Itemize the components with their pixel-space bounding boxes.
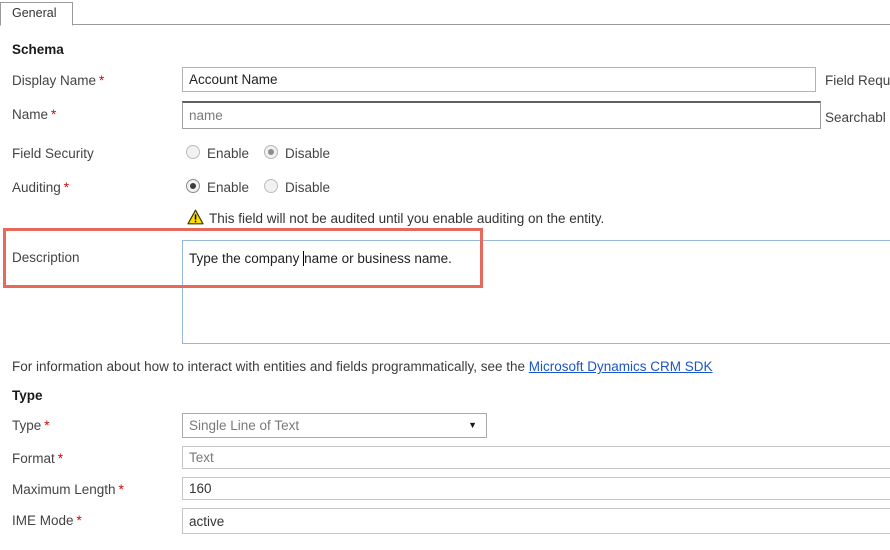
field-security-label: Field Security — [12, 146, 94, 161]
required-marker: * — [44, 418, 49, 433]
format-input[interactable] — [182, 446, 890, 469]
maximum-length-label-text: Maximum Length — [12, 482, 116, 497]
required-marker: * — [99, 73, 104, 88]
ime-mode-label-text: IME Mode — [12, 513, 74, 528]
field-properties-panel: General Schema Display Name* Field Requ … — [0, 0, 890, 550]
maximum-length-label: Maximum Length* — [12, 482, 124, 497]
tab-bar-divider — [0, 24, 890, 25]
format-label: Format* — [12, 451, 63, 466]
warning-icon — [187, 209, 204, 225]
type-section-title: Type — [12, 388, 43, 403]
field-security-enable-radio[interactable] — [186, 145, 200, 159]
field-security-disable-radio[interactable] — [264, 145, 278, 159]
sdk-note: For information about how to interact wi… — [12, 359, 713, 374]
auditing-disable-option-label[interactable]: Disable — [285, 180, 330, 195]
description-text-before-cursor: Type the company — [189, 251, 303, 266]
required-marker: * — [64, 180, 69, 195]
sdk-link[interactable]: Microsoft Dynamics CRM SDK — [529, 359, 713, 374]
schema-section-title: Schema — [12, 42, 64, 57]
auditing-disable-radio[interactable] — [264, 179, 278, 193]
field-requirement-label: Field Requ — [825, 73, 890, 88]
description-text-after-cursor: name or business name. — [304, 251, 452, 266]
field-security-disable-option-label[interactable]: Disable — [285, 146, 330, 161]
radio-dot — [268, 149, 274, 155]
format-label-text: Format — [12, 451, 55, 466]
description-textarea[interactable]: Type the company name or business name. — [182, 240, 890, 344]
field-security-enable-option-label[interactable]: Enable — [207, 146, 249, 161]
auditing-label: Auditing* — [12, 180, 69, 195]
auditing-label-text: Auditing — [12, 180, 61, 195]
name-input[interactable] — [182, 101, 821, 129]
display-name-input[interactable] — [182, 67, 816, 92]
required-marker: * — [58, 451, 63, 466]
description-label: Description — [12, 250, 80, 265]
required-marker: * — [77, 513, 82, 528]
auditing-warning-text: This field will not be audited until you… — [209, 211, 604, 226]
type-select-value: Single Line of Text — [189, 418, 299, 433]
required-marker: * — [119, 482, 124, 497]
ime-mode-input[interactable] — [182, 508, 890, 534]
auditing-enable-option-label[interactable]: Enable — [207, 180, 249, 195]
display-name-label: Display Name* — [12, 73, 104, 88]
dropdown-arrow-icon: ▼ — [468, 414, 477, 437]
type-label-text: Type — [12, 418, 41, 433]
type-select[interactable]: Single Line of Text ▼ — [182, 413, 487, 438]
ime-mode-label: IME Mode* — [12, 513, 82, 528]
required-marker: * — [51, 107, 56, 122]
name-label-text: Name — [12, 107, 48, 122]
radio-dot — [190, 183, 196, 189]
type-label: Type* — [12, 418, 50, 433]
sdk-note-text: For information about how to interact wi… — [12, 359, 529, 374]
tab-general[interactable]: General — [0, 2, 73, 26]
display-name-label-text: Display Name — [12, 73, 96, 88]
maximum-length-input[interactable] — [182, 477, 890, 500]
name-label: Name* — [12, 107, 56, 122]
auditing-enable-radio[interactable] — [186, 179, 200, 193]
searchable-label: Searchabl — [825, 110, 886, 125]
